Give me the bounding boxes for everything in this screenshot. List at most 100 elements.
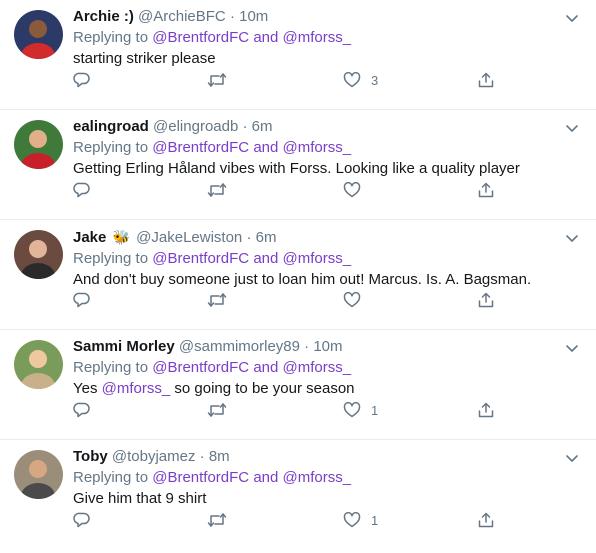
share-button[interactable]: [477, 290, 495, 310]
share-button[interactable]: [477, 70, 495, 90]
avatar-image: [14, 450, 63, 499]
tweet-text-segment: Yes: [73, 380, 102, 397]
share-icon: [478, 402, 494, 418]
share-button[interactable]: [477, 510, 495, 530]
replying-prefix: Replying to: [73, 250, 149, 267]
tweet-actions: [73, 290, 503, 310]
reply-button[interactable]: [73, 400, 101, 420]
mention-brentfordfc[interactable]: @BrentfordFC: [152, 29, 249, 46]
reply-button[interactable]: [73, 180, 101, 200]
display-name[interactable]: Jake: [73, 229, 106, 246]
display-name[interactable]: Toby: [73, 448, 108, 465]
retweet-button[interactable]: [207, 400, 237, 420]
avatar[interactable]: [14, 450, 63, 499]
chevron-down-icon[interactable]: [564, 120, 580, 136]
like-icon: [343, 182, 361, 198]
user-handle[interactable]: @JakeLewiston: [136, 229, 242, 246]
avatar-image: [14, 230, 63, 279]
avatar-image: [14, 10, 63, 59]
mention-mforss[interactable]: @mforss_: [283, 250, 352, 267]
like-button[interactable]: [343, 180, 371, 200]
tweet-header: Sammi Morley @sammimorley89 · 10m: [73, 337, 596, 357]
tweet[interactable]: Jake 🐝 @JakeLewiston · 6m Replying to @B…: [0, 220, 596, 330]
retweet-icon: [207, 513, 227, 527]
like-count: 1: [371, 512, 379, 528]
avatar[interactable]: [14, 120, 63, 169]
display-name[interactable]: Sammi Morley: [73, 338, 175, 355]
mention-mforss[interactable]: @mforss_: [283, 29, 352, 46]
like-button[interactable]: 1: [343, 510, 378, 530]
reply-icon: [73, 402, 90, 418]
avatar[interactable]: [14, 10, 63, 59]
like-button[interactable]: [343, 290, 371, 310]
chevron-down-icon[interactable]: [564, 450, 580, 466]
timestamp[interactable]: 6m: [256, 229, 277, 246]
mention-mforss[interactable]: @mforss_: [283, 139, 352, 156]
retweet-button[interactable]: [207, 180, 237, 200]
user-handle[interactable]: @tobyjamez: [112, 448, 196, 465]
replying-to: Replying to @BrentfordFC and @mforss_: [73, 27, 596, 48]
retweet-button[interactable]: [207, 70, 237, 90]
user-handle[interactable]: @ArchieBFC: [138, 8, 226, 25]
display-name[interactable]: ealingroad: [73, 118, 149, 135]
timestamp[interactable]: 10m: [239, 8, 268, 25]
user-handle[interactable]: @sammimorley89: [179, 338, 300, 355]
chevron-down-icon[interactable]: [564, 10, 580, 26]
display-name[interactable]: Archie :): [73, 8, 134, 25]
tweet[interactable]: ealingroad @elingroadb · 6m Replying to …: [0, 110, 596, 220]
reply-icon: [73, 72, 90, 88]
like-icon: [343, 292, 361, 308]
share-icon: [478, 72, 494, 88]
mention-brentfordfc[interactable]: @BrentfordFC: [152, 359, 249, 376]
tweet[interactable]: Toby @tobyjamez · 8m Replying to @Brentf…: [0, 440, 596, 550]
avatar[interactable]: [14, 230, 63, 279]
separator-dot: ·: [229, 8, 235, 25]
timestamp[interactable]: 10m: [313, 338, 342, 355]
like-icon: [343, 402, 361, 418]
share-button[interactable]: [477, 180, 495, 200]
retweet-button[interactable]: [207, 290, 237, 310]
tweet-text: starting striker please: [73, 48, 596, 69]
reply-button[interactable]: [73, 70, 101, 90]
tweet-text-segment: Getting Erling Håland vibes with Forss. …: [73, 160, 520, 177]
retweet-icon: [207, 73, 227, 87]
share-button[interactable]: [477, 400, 495, 420]
avatar[interactable]: [14, 340, 63, 389]
tweet[interactable]: Sammi Morley @sammimorley89 · 10m Replyi…: [0, 330, 596, 440]
mention-mforss[interactable]: @mforss_: [283, 359, 352, 376]
tweet-header: Jake 🐝 @JakeLewiston · 6m: [73, 227, 596, 248]
like-count: 3: [371, 72, 379, 88]
separator-dot: ·: [242, 118, 248, 135]
mention-brentfordfc[interactable]: @BrentfordFC: [152, 469, 249, 486]
reply-icon: [73, 182, 90, 198]
reply-button[interactable]: [73, 290, 101, 310]
mention-brentfordfc[interactable]: @BrentfordFC: [152, 250, 249, 267]
timestamp[interactable]: 8m: [209, 448, 230, 465]
timestamp[interactable]: 6m: [252, 118, 273, 135]
separator-dot: ·: [199, 448, 205, 465]
tweet-actions: 1: [73, 510, 503, 530]
like-button[interactable]: 3: [343, 70, 378, 90]
mention-brentfordfc[interactable]: @BrentfordFC: [152, 139, 249, 156]
tweet[interactable]: Archie :) @ArchieBFC · 10m Replying to @…: [0, 0, 596, 110]
retweet-button[interactable]: [207, 510, 237, 530]
chevron-down-icon[interactable]: [564, 230, 580, 246]
chevron-down-icon[interactable]: [564, 340, 580, 356]
replying-prefix: Replying to: [73, 469, 149, 486]
replying-prefix: Replying to: [73, 29, 149, 46]
mention-mforss[interactable]: @mforss_: [283, 469, 352, 486]
like-count: 1: [371, 402, 379, 418]
reply-button[interactable]: [73, 510, 101, 530]
mention-link[interactable]: @mforss_: [102, 380, 171, 397]
like-button[interactable]: 1: [343, 400, 378, 420]
user-handle[interactable]: @elingroadb: [153, 118, 238, 135]
tweet-actions: 1: [73, 400, 503, 420]
tweet-text-segment: so going to be your season: [170, 380, 355, 397]
name-emoji: 🐝: [112, 229, 130, 245]
share-icon: [478, 182, 494, 198]
tweet-text: Getting Erling Håland vibes with Forss. …: [73, 158, 596, 179]
tweet-text-segment: And don't buy someone just to loan him o…: [73, 271, 532, 288]
replying-prefix: Replying to: [73, 359, 149, 376]
retweet-icon: [207, 403, 227, 417]
share-icon: [478, 292, 494, 308]
